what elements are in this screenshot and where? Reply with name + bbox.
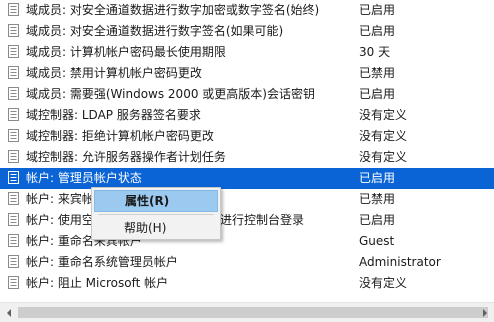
- scroll-left-arrow-icon[interactable]: [3, 307, 15, 319]
- policy-document-icon: [8, 171, 19, 184]
- policy-name: 帐户: 管理员帐户状态: [26, 171, 142, 185]
- policy-document-icon: [8, 87, 19, 100]
- policy-name: 帐户: 阻止 Microsoft 帐户: [26, 276, 169, 290]
- policy-row[interactable]: 帐户: 来宾帐 已禁用: [0, 189, 494, 210]
- policy-name: 域成员: 禁用计算机帐户密码更改: [26, 66, 202, 80]
- policy-row[interactable]: 域成员: 计算机帐户密码最长使用期限 30 天: [0, 42, 494, 63]
- policy-setting: 已禁用: [359, 192, 396, 206]
- policy-row[interactable]: 帐户: 使用空 进行控制台登录 已启用: [0, 210, 494, 231]
- policy-document-icon: [8, 129, 19, 142]
- policy-name: 域成员: 需要强(Windows 2000 或更高版本)会话密钥: [26, 87, 315, 101]
- policy-setting: Administrator: [359, 255, 441, 269]
- policy-name: 域控制器: LDAP 服务器签名要求: [26, 108, 201, 122]
- policy-document-icon: [8, 108, 19, 121]
- policy-name: 域控制器: 允许服务器操作者计划任务: [26, 150, 226, 164]
- policy-row[interactable]: 域成员: 禁用计算机帐户密码更改 已禁用: [0, 63, 494, 84]
- policy-name: 域控制器: 拒绝计算机帐户密码更改: [26, 129, 214, 143]
- policy-document-icon: [8, 213, 19, 226]
- policy-list: 域成员: 对安全通道数据进行数字加密或数字签名(始终) 已启用 域成员: 对安全通道…: [0, 0, 494, 302]
- policy-name: 域成员: 计算机帐户密码最长使用期限: [26, 45, 226, 59]
- policy-document-icon: [8, 255, 19, 268]
- policy-row[interactable]: 帐户: 重命名来宾帐户 Guest: [0, 231, 494, 252]
- policy-setting: 已启用: [359, 3, 396, 17]
- policy-document-icon: [8, 3, 19, 16]
- policy-document-icon: [8, 45, 19, 58]
- policy-setting: Guest: [359, 234, 395, 248]
- policy-setting: 已启用: [359, 87, 396, 101]
- horizontal-scrollbar[interactable]: [0, 302, 494, 322]
- properties-menu-item[interactable]: 属性(R): [94, 190, 218, 212]
- policy-row[interactable]: 域成员: 需要强(Windows 2000 或更高版本)会话密钥 已启用: [0, 84, 494, 105]
- policy-document-icon: [8, 66, 19, 79]
- menu-separator: [98, 214, 214, 215]
- policy-row[interactable]: 域控制器: 拒绝计算机帐户密码更改 没有定义: [0, 126, 494, 147]
- policy-document-icon: [8, 276, 19, 289]
- policy-document-icon: [8, 192, 19, 205]
- policy-row[interactable]: 帐户: 重命名系统管理员帐户 Administrator: [0, 252, 494, 273]
- policy-name: 域成员: 对安全通道数据进行数字加密或数字签名(始终): [26, 3, 320, 17]
- policy-setting: 没有定义: [359, 108, 408, 122]
- policy-setting: 30 天: [359, 45, 391, 59]
- policy-document-icon: [8, 24, 19, 37]
- policy-name-tail: 进行控制台登录: [220, 213, 305, 227]
- policy-name: 帐户: 重命名系统管理员帐户: [26, 255, 178, 269]
- policy-setting: 没有定义: [359, 276, 408, 290]
- policy-row[interactable]: 帐户: 阻止 Microsoft 帐户 没有定义: [0, 273, 494, 294]
- policy-setting: 没有定义: [359, 150, 408, 164]
- scroll-right-arrow-icon[interactable]: [479, 307, 491, 319]
- policy-setting: 已禁用: [359, 66, 396, 80]
- policy-setting: 没有定义: [359, 129, 408, 143]
- scrollbar-thumb[interactable]: [18, 307, 488, 318]
- policy-document-icon: [8, 150, 19, 163]
- policy-row[interactable]: 域控制器: LDAP 服务器签名要求 没有定义: [0, 105, 494, 126]
- policy-document-icon: [8, 234, 19, 247]
- policy-row[interactable]: 域成员: 对安全通道数据进行数字加密或数字签名(始终) 已启用: [0, 0, 494, 21]
- policy-setting: 已启用: [359, 213, 396, 227]
- policy-row[interactable]: 域控制器: 允许服务器操作者计划任务 没有定义: [0, 147, 494, 168]
- policy-name: 域成员: 对安全通道数据进行数字签名(如果可能): [26, 24, 284, 38]
- policy-row[interactable]: 域成员: 对安全通道数据进行数字签名(如果可能) 已启用: [0, 21, 494, 42]
- help-menu-item[interactable]: 帮助(H): [94, 217, 218, 239]
- context-menu: 属性(R) 帮助(H): [91, 187, 221, 240]
- policy-setting: 已启用: [359, 171, 396, 185]
- policy-row[interactable]: 帐户: 管理员帐户状态 已启用: [0, 168, 494, 189]
- policy-setting: 已启用: [359, 24, 396, 38]
